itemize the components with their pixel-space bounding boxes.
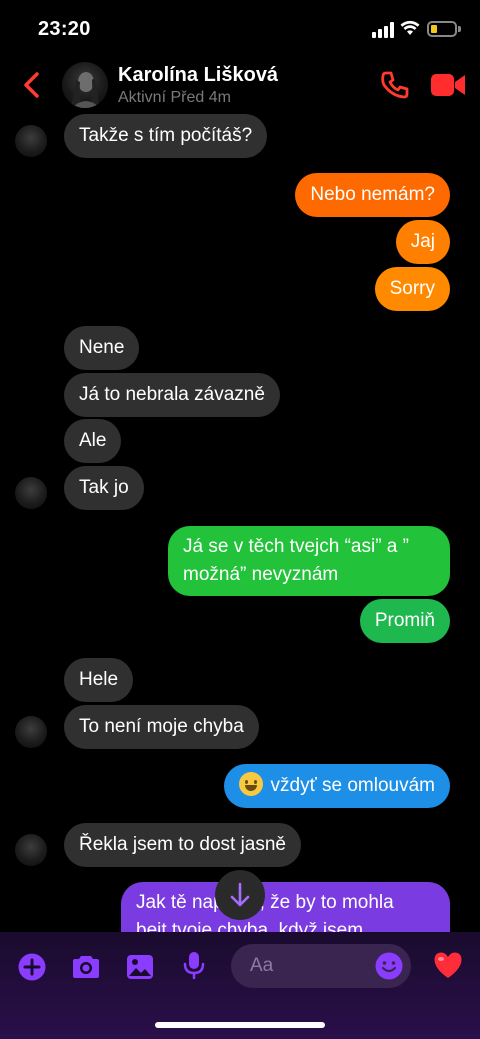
incoming-message[interactable]: Takže s tím počítáš? bbox=[64, 114, 268, 158]
outgoing-message[interactable]: Sorry bbox=[374, 267, 450, 311]
contact-avatar[interactable] bbox=[62, 62, 108, 108]
message-text: vždyť se omlouvám bbox=[270, 775, 435, 796]
outgoing-message[interactable]: Já se v těch tvejch “asi” a ” možná” nev… bbox=[168, 526, 450, 596]
heart-icon[interactable] bbox=[432, 950, 464, 980]
scroll-to-bottom-button[interactable] bbox=[215, 870, 265, 920]
grinning-face-emoji-icon bbox=[238, 771, 263, 796]
sender-avatar[interactable] bbox=[15, 125, 47, 157]
home-indicator bbox=[155, 1022, 325, 1028]
incoming-message[interactable]: Řekla jsem to dost jasně bbox=[64, 823, 301, 867]
incoming-message[interactable]: To není moje chyba bbox=[64, 705, 259, 749]
incoming-message[interactable]: Hele bbox=[64, 658, 134, 702]
camera-icon[interactable] bbox=[70, 952, 102, 982]
message-line: Jak tě napadlo, že by to mohla bbox=[136, 892, 394, 913]
incoming-message[interactable]: Nene bbox=[64, 326, 140, 370]
gallery-icon[interactable] bbox=[125, 952, 155, 982]
emoji-icon[interactable] bbox=[374, 951, 404, 981]
status-bar: 23:20 bbox=[0, 0, 480, 58]
outgoing-message[interactable]: Nebo nemám? bbox=[295, 173, 450, 217]
video-call-icon[interactable] bbox=[430, 72, 466, 98]
outgoing-message[interactable]: vždyť se omlouvám bbox=[223, 764, 450, 808]
message-input[interactable]: Aa bbox=[231, 944, 411, 988]
sender-avatar[interactable] bbox=[15, 716, 47, 748]
incoming-message[interactable]: Tak jo bbox=[64, 466, 144, 510]
battery-icon bbox=[427, 21, 457, 37]
incoming-message[interactable]: Ale bbox=[64, 419, 122, 463]
contact-name[interactable]: Karolína Lišková bbox=[118, 64, 278, 87]
message-line: možná” nevyznám bbox=[183, 564, 339, 585]
outgoing-message[interactable]: Promiň bbox=[359, 599, 450, 643]
back-chevron-icon[interactable] bbox=[18, 70, 46, 100]
microphone-icon[interactable] bbox=[179, 950, 209, 980]
phone-call-icon[interactable] bbox=[380, 70, 410, 100]
chat-header: Karolína Lišková Aktivní Před 4m bbox=[0, 58, 480, 114]
message-line: Já se v těch tvejch “asi” a ” bbox=[183, 536, 409, 557]
sender-avatar[interactable] bbox=[15, 834, 47, 866]
cellular-signal-icon bbox=[372, 22, 394, 38]
message-input-placeholder: Aa bbox=[250, 955, 274, 976]
sender-avatar[interactable] bbox=[15, 477, 47, 509]
arrow-down-icon bbox=[230, 882, 250, 907]
battery-cap bbox=[458, 26, 461, 32]
incoming-message[interactable]: Já to nebrala závazně bbox=[64, 373, 280, 417]
contact-status: Aktivní Před 4m bbox=[118, 89, 231, 106]
wifi-icon bbox=[400, 20, 420, 35]
status-time: 23:20 bbox=[38, 18, 91, 40]
plus-icon[interactable] bbox=[17, 952, 47, 982]
outgoing-message[interactable]: Jaj bbox=[395, 220, 450, 264]
message-composer: Aa bbox=[0, 932, 480, 1039]
